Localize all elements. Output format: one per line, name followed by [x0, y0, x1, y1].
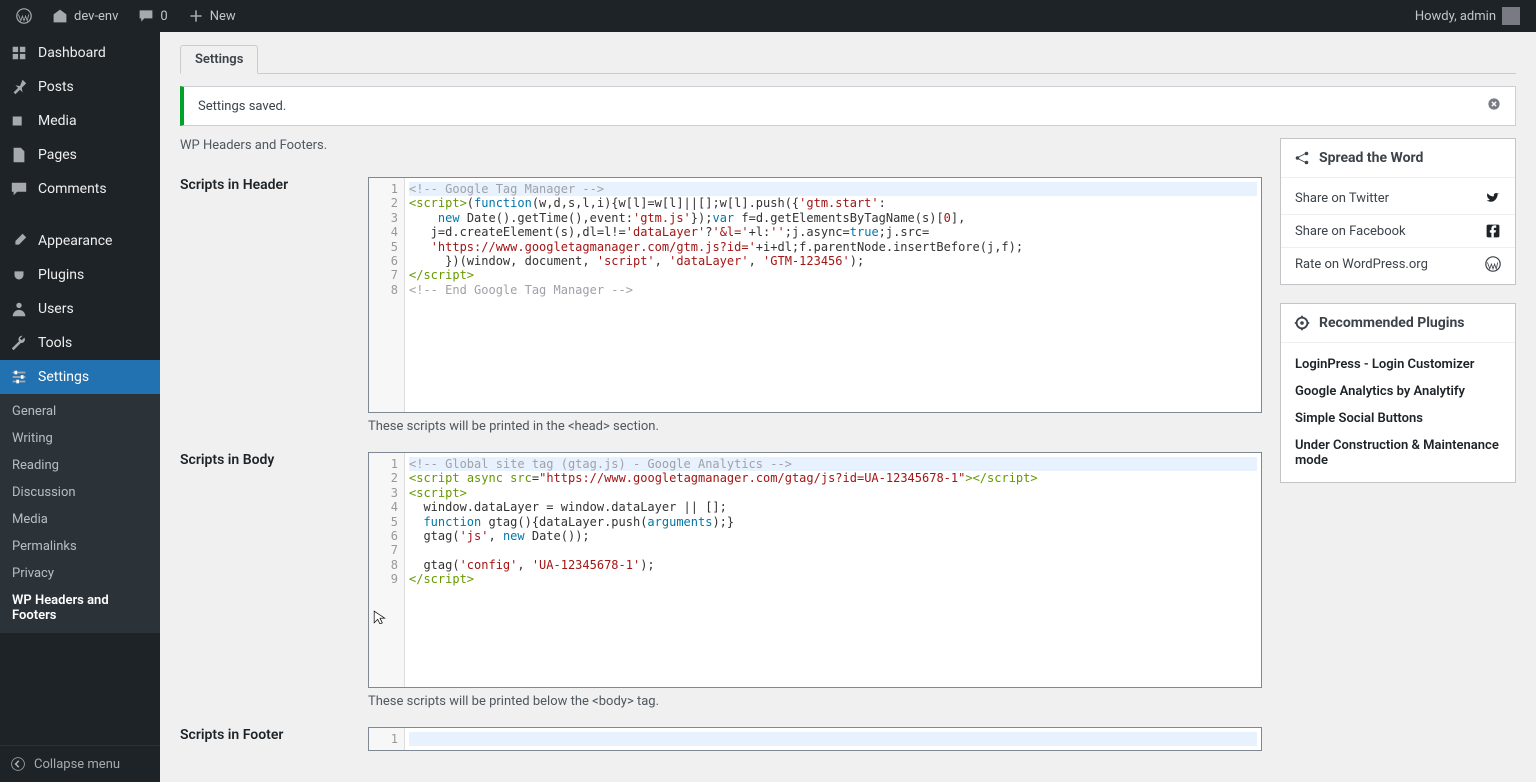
- wordpress-icon: [1485, 256, 1501, 272]
- sidebar-item-comments[interactable]: Comments: [0, 172, 160, 206]
- body-help: These scripts will be printed below the …: [368, 694, 1262, 709]
- avatar-icon: [1502, 7, 1520, 25]
- sidebar-item-label: Posts: [38, 79, 74, 95]
- sidebar-item-tools[interactable]: Tools: [0, 326, 160, 360]
- spread-box: Spread the Word Share on TwitterShare on…: [1280, 138, 1516, 285]
- comment-icon: [10, 180, 28, 198]
- sidebar-item-appearance[interactable]: Appearance: [0, 224, 160, 258]
- sidebar-item-users[interactable]: Users: [0, 292, 160, 326]
- sidebar-item-label: Media: [38, 113, 77, 129]
- header-help: These scripts will be printed in the <he…: [368, 419, 1262, 434]
- subitem-media[interactable]: Media: [0, 506, 160, 533]
- sidebar-item-label: Tools: [38, 335, 72, 351]
- sidebar-item-label: Comments: [38, 181, 107, 197]
- spread-title: Spread the Word: [1319, 150, 1423, 166]
- sidebar-item-label: Appearance: [38, 233, 112, 249]
- notice-text: Settings saved.: [198, 99, 286, 114]
- line-gutter: 1: [369, 728, 405, 750]
- user-icon: [10, 300, 28, 318]
- sidebar-item-media[interactable]: Media: [0, 104, 160, 138]
- wrench-icon: [10, 334, 28, 352]
- plug-icon: [10, 266, 28, 284]
- media-icon: [10, 112, 28, 130]
- recommended-box: Recommended Plugins LoginPress - Login C…: [1280, 303, 1516, 483]
- subitem-writing[interactable]: Writing: [0, 425, 160, 452]
- share-wordpress[interactable]: Rate on WordPress.org: [1281, 247, 1515, 280]
- sidebar-item-label: Pages: [38, 147, 77, 163]
- subitem-discussion[interactable]: Discussion: [0, 479, 160, 506]
- sidebar-item-settings[interactable]: Settings: [0, 360, 160, 394]
- dismiss-button[interactable]: [1487, 97, 1501, 115]
- tab-settings[interactable]: Settings: [180, 45, 258, 74]
- facebook-icon: [1485, 223, 1501, 239]
- recommended-plugin[interactable]: Simple Social Buttons: [1281, 405, 1515, 432]
- page-icon: [10, 146, 28, 164]
- subitem-reading[interactable]: Reading: [0, 452, 160, 479]
- share-twitter[interactable]: Share on Twitter: [1281, 182, 1515, 214]
- new-link[interactable]: New: [180, 0, 244, 32]
- sidebar-item-label: Dashboard: [38, 45, 106, 61]
- comments-link[interactable]: 0: [130, 0, 175, 32]
- line-gutter: 123456789: [369, 453, 405, 687]
- sliders-icon: [10, 368, 28, 386]
- body-scripts-editor[interactable]: 123456789 <!-- Global site tag (gtag.js)…: [368, 452, 1262, 688]
- recommended-plugin[interactable]: Google Analytics by Analytify: [1281, 378, 1515, 405]
- plugin-name: WP Headers and Footers.: [180, 138, 1262, 153]
- notice-saved: Settings saved.: [180, 86, 1516, 126]
- mouse-cursor: [373, 610, 387, 624]
- howdy-link[interactable]: Howdy, admin: [1407, 0, 1528, 32]
- share-facebook[interactable]: Share on Facebook: [1281, 214, 1515, 247]
- sidebar-item-posts[interactable]: Posts: [0, 70, 160, 104]
- pin-icon: [10, 78, 28, 96]
- sidebar-item-plugins[interactable]: Plugins: [0, 258, 160, 292]
- line-gutter: 12345678: [369, 178, 405, 412]
- recommended-title: Recommended Plugins: [1319, 315, 1465, 331]
- subitem-general[interactable]: General: [0, 398, 160, 425]
- collapse-menu[interactable]: Collapse menu: [0, 745, 160, 782]
- label-footer: Scripts in Footer: [180, 727, 340, 751]
- subitem-wp-headers-and-footers[interactable]: WP Headers and Footers: [0, 587, 160, 629]
- subitem-privacy[interactable]: Privacy: [0, 560, 160, 587]
- twitter-icon: [1485, 190, 1501, 206]
- content-area: Settings Settings saved. WP Headers and …: [160, 32, 1536, 782]
- sidebar-item-label: Settings: [38, 369, 89, 385]
- recommended-plugin[interactable]: Under Construction & Maintenance mode: [1281, 432, 1515, 474]
- dashboard-icon: [10, 44, 28, 62]
- subitem-permalinks[interactable]: Permalinks: [0, 533, 160, 560]
- site-link[interactable]: dev-env: [44, 0, 126, 32]
- label-header: Scripts in Header: [180, 177, 340, 434]
- recommended-plugin[interactable]: LoginPress - Login Customizer: [1281, 351, 1515, 378]
- sidebar-item-dashboard[interactable]: Dashboard: [0, 36, 160, 70]
- wp-logo[interactable]: [8, 0, 40, 32]
- sidebar-item-label: Users: [38, 301, 74, 317]
- brush-icon: [10, 232, 28, 250]
- admin-sidebar: Dashboard Posts Media Pages Comments Appearan…: [0, 32, 160, 782]
- sidebar-item-label: Plugins: [38, 267, 84, 283]
- sidebar-item-pages[interactable]: Pages: [0, 138, 160, 172]
- header-scripts-editor[interactable]: 12345678 <!-- Google Tag Manager --><scr…: [368, 177, 1262, 413]
- admin-bar: dev-env 0 New Howdy, admin: [0, 0, 1536, 32]
- label-body: Scripts in Body: [180, 452, 340, 709]
- footer-scripts-editor[interactable]: 1: [368, 727, 1262, 751]
